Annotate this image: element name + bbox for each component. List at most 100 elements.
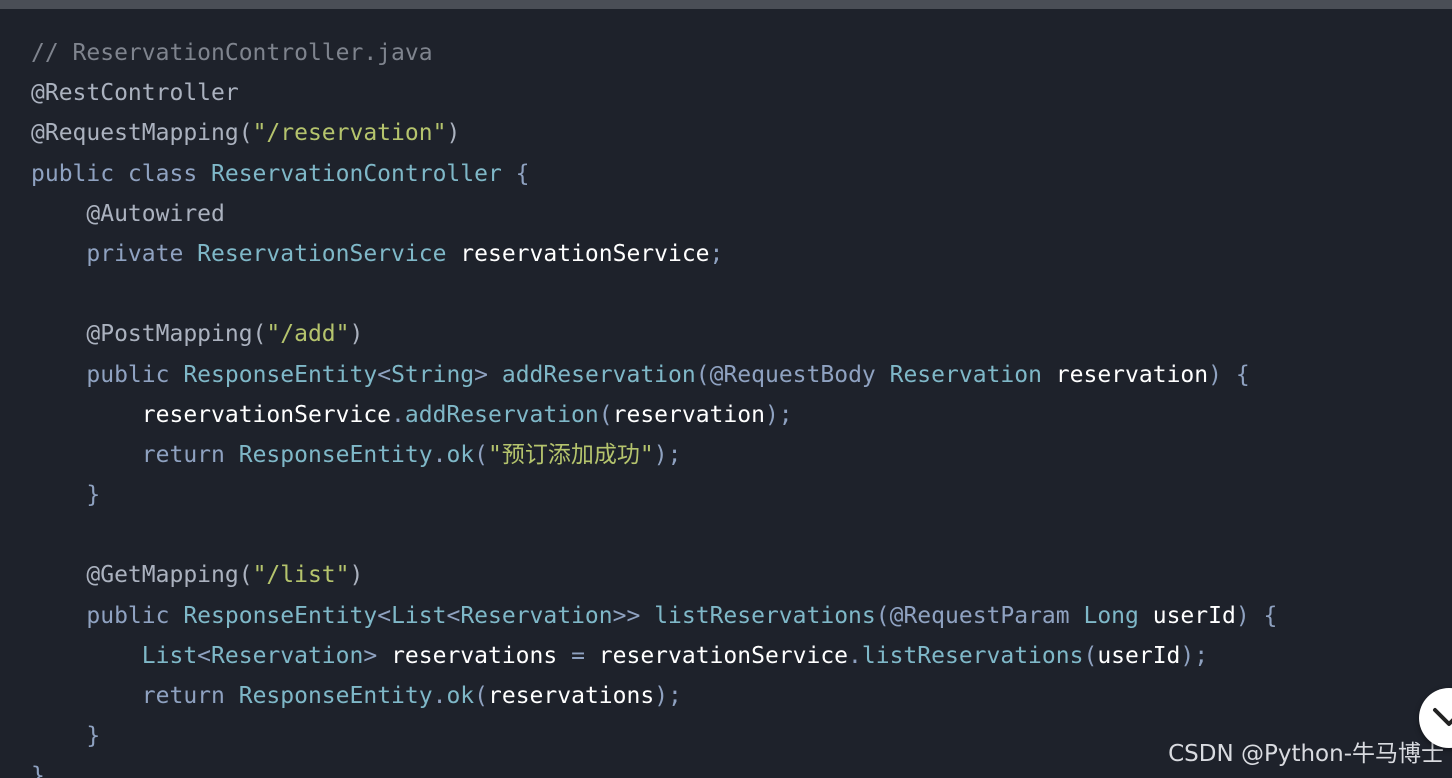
code-token-ident: reservationService <box>141 401 392 428</box>
code-token-ident: reservation <box>612 401 765 428</box>
code-line: return ResponseEntity.ok("预订添加成功"); <box>31 435 1277 475</box>
code-token-punct: ) { <box>1208 361 1250 388</box>
code-token-type: Reservation <box>889 361 1042 388</box>
code-token-string: "/list" <box>252 562 350 589</box>
code-content: // ReservationController.java @RestContro… <box>31 33 1277 778</box>
code-token-punct: . <box>432 683 447 709</box>
code-token-ident: userId <box>1097 642 1181 669</box>
code-token-annotation: @RestController <box>31 80 239 107</box>
code-token-type: ReservationService <box>197 240 447 267</box>
code-token-punct: . <box>848 642 862 669</box>
code-token-method: addReservation <box>404 401 599 428</box>
code-token-annotation: ) <box>446 120 461 147</box>
code-token-type: List <box>141 642 198 669</box>
code-line: @RestController <box>31 73 1277 113</box>
code-line: } <box>31 475 1277 515</box>
code-token-punct: < <box>377 361 392 388</box>
code-line: @Autowired <box>31 194 1277 234</box>
code-token-punct: ; <box>709 240 724 267</box>
code-token-comment: // ReservationController.java <box>31 40 433 66</box>
code-token-method: listReservations <box>861 642 1084 669</box>
code-line: } <box>31 716 1277 756</box>
code-line: public class ReservationController { <box>31 154 1277 194</box>
code-token-type: String <box>391 361 475 388</box>
code-token-keyword: public class <box>31 160 212 187</box>
code-token-punct: . <box>391 401 405 428</box>
code-line: // ReservationController.java <box>31 33 1277 73</box>
code-token-punct: = <box>557 642 599 669</box>
code-token-punct: >> <box>612 602 655 629</box>
code-line: public ResponseEntity<List<Reservation>>… <box>31 596 1277 636</box>
code-token-annotation: @RequestMapping( <box>31 120 253 147</box>
code-token-punct: ( <box>474 441 489 468</box>
code-token-punct: ( <box>598 401 613 428</box>
code-token-annotation: @PostMapping( <box>86 321 267 348</box>
code-token-method: addReservation <box>501 361 696 388</box>
code-token-ident: reservations <box>391 642 558 669</box>
code-block-header-bar <box>0 0 1452 9</box>
code-token-string: "/add" <box>266 321 350 348</box>
code-token-ident: reservation <box>1055 361 1209 388</box>
code-token-punct: ( <box>875 602 890 629</box>
code-token-ident: userId <box>1152 602 1236 629</box>
code-token-type: Reservation <box>460 602 613 629</box>
code-token-type: Long <box>1083 602 1139 629</box>
code-token-punct: . <box>432 441 447 468</box>
code-token-punct: < <box>446 602 461 629</box>
code-token-punct: > <box>363 642 392 669</box>
code-token-ident: reservationService <box>460 240 710 267</box>
code-token-punct: < <box>197 642 212 669</box>
code-token-punct: ( <box>1083 642 1098 669</box>
code-line: @PostMapping("/add") <box>31 314 1277 354</box>
code-token-annotation: ) <box>349 321 364 348</box>
code-token-annotation: ) <box>349 562 364 589</box>
code-token-keyword: private <box>86 240 198 267</box>
code-line: @RequestMapping("/reservation") <box>31 113 1277 153</box>
code-token-type: ResponseEntity <box>238 441 433 468</box>
code-token-punct: > <box>474 361 502 388</box>
code-token-type: ResponseEntity <box>183 602 378 629</box>
code-block: // ReservationController.java @RestContro… <box>0 9 1452 778</box>
code-token-type: ResponseEntity <box>238 683 433 709</box>
code-token-punct: } <box>86 482 101 509</box>
code-token-punct: ); <box>764 401 793 428</box>
code-token-string: "预订添加成功" <box>488 441 654 468</box>
code-line: List<Reservation> reservations = reserva… <box>31 636 1277 676</box>
code-token-keyword: @RequestParam <box>889 602 1084 629</box>
code-token-punct: ( <box>474 683 489 709</box>
code-token-type: List <box>391 602 447 629</box>
code-line: @GetMapping("/list") <box>31 555 1277 595</box>
code-token-type: Reservation <box>211 642 364 669</box>
code-token-punct: { <box>501 160 530 187</box>
code-token-annotation: @GetMapping( <box>86 562 253 589</box>
code-token-punct: ) { <box>1235 602 1278 629</box>
code-token-keyword: public <box>86 602 184 629</box>
code-token-punct: < <box>377 602 392 629</box>
code-token-string: "/reservation" <box>252 120 447 147</box>
code-token-keyword: return <box>141 441 239 468</box>
code-line: reservationService.addReservation(reserv… <box>31 395 1277 435</box>
code-line: return ResponseEntity.ok(reservations); <box>31 676 1277 716</box>
code-token-punct: } <box>31 763 45 778</box>
code-token-method: listReservations <box>654 602 876 629</box>
code-token-punct: ); <box>654 683 682 709</box>
code-token-type: ResponseEntity <box>183 361 378 388</box>
code-token-ident: reservationService <box>598 642 849 669</box>
code-token-punct: ( <box>695 361 710 388</box>
code-token-punct: } <box>86 723 101 750</box>
